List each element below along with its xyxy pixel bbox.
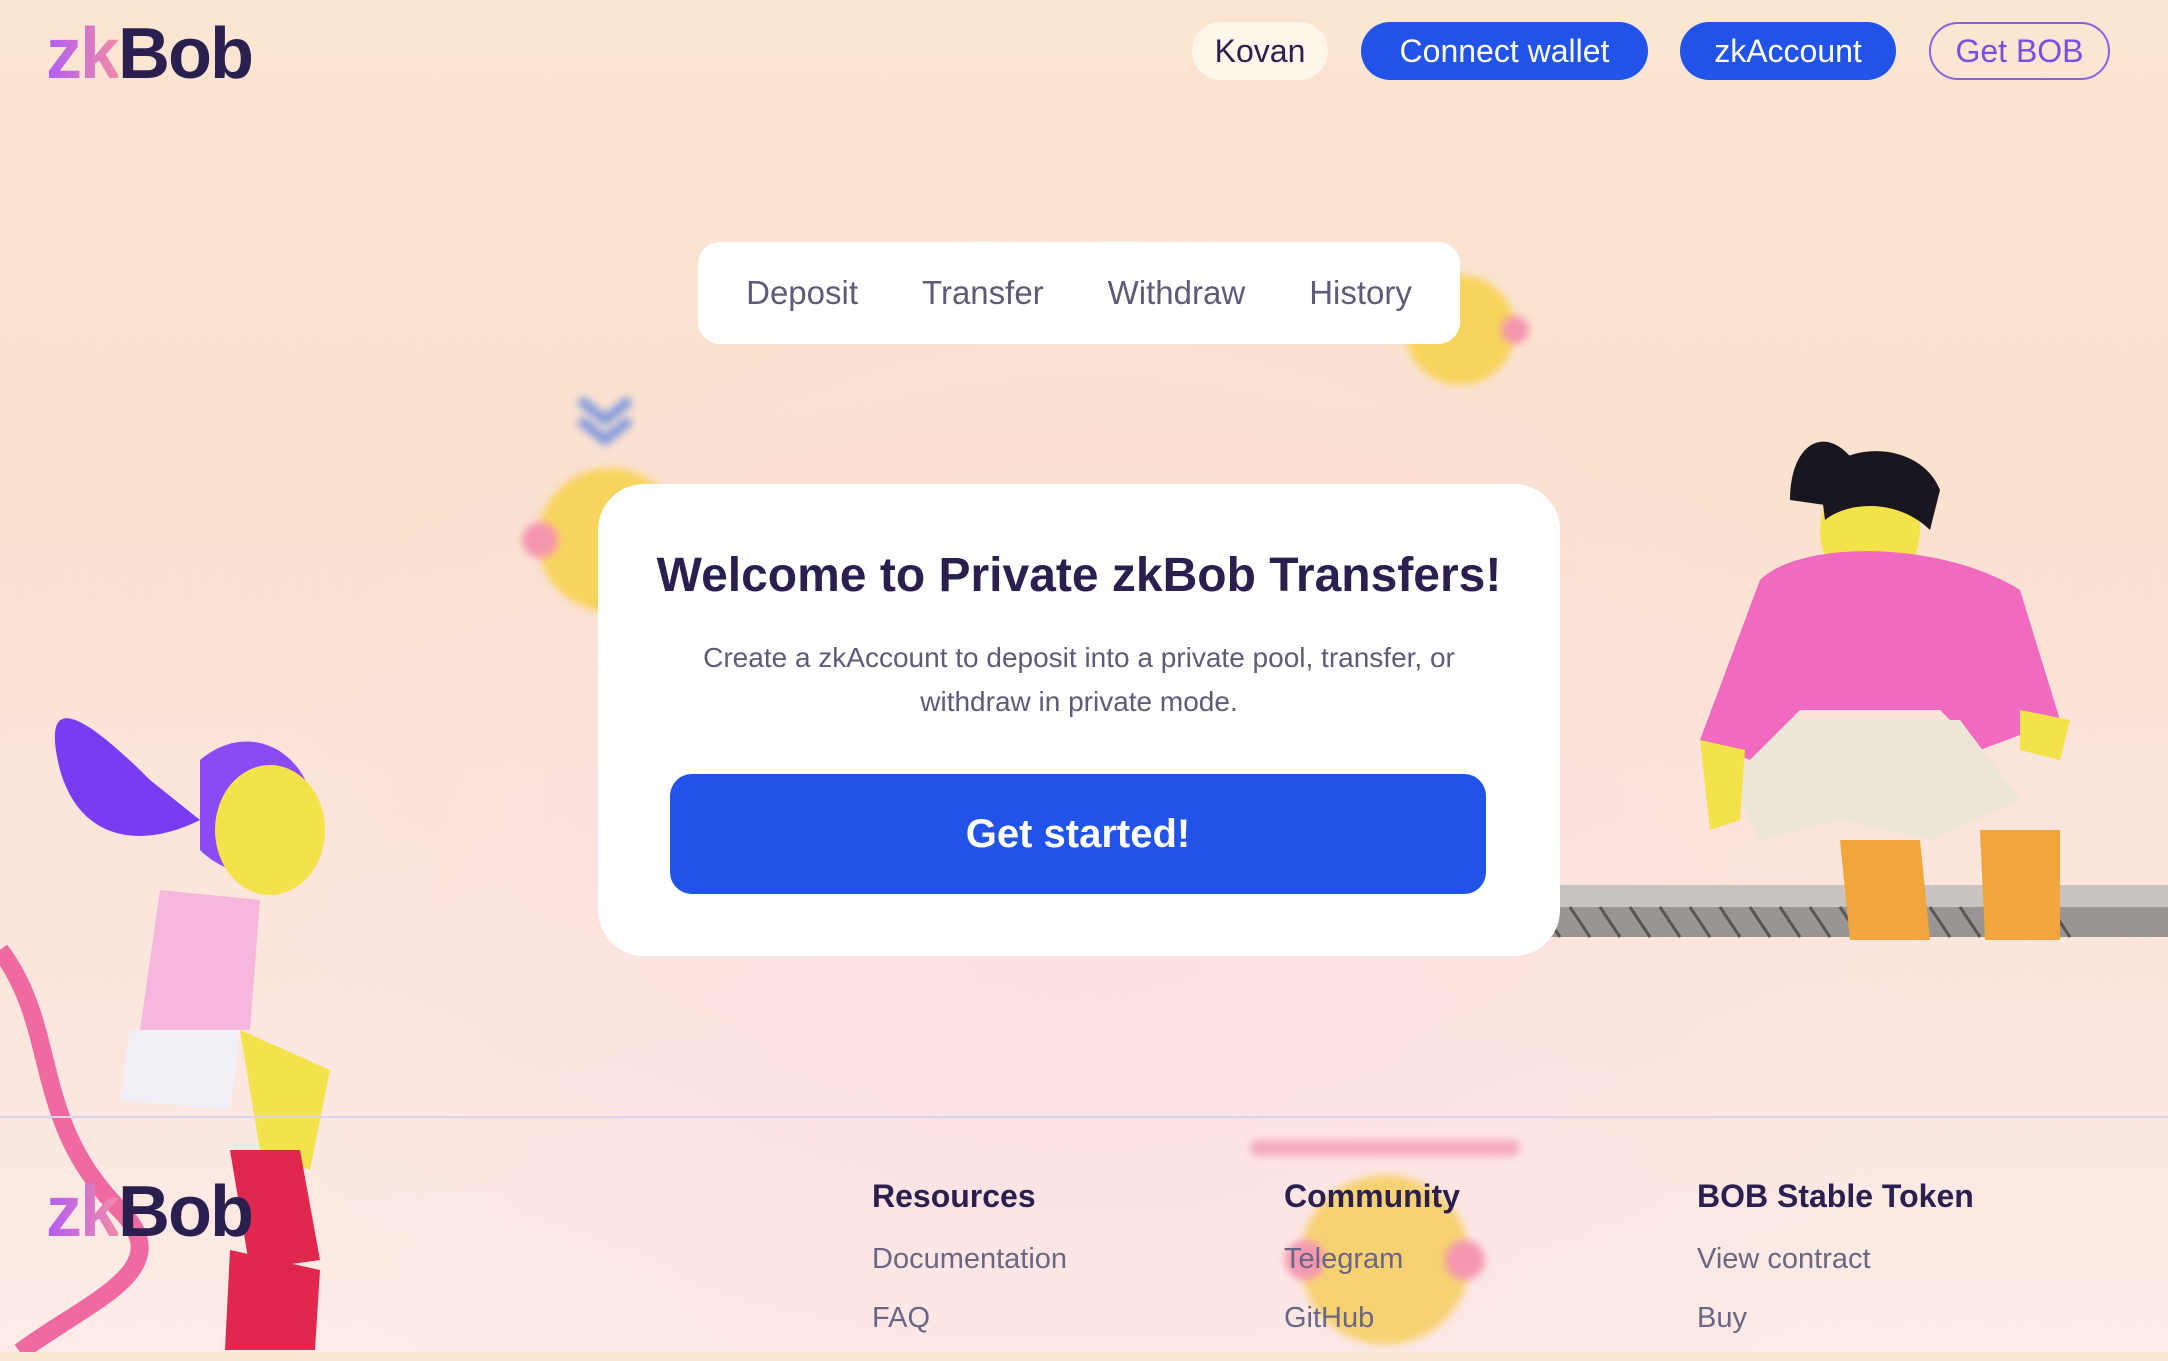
footer-divider xyxy=(0,1116,2168,1118)
boy-illustration xyxy=(1460,441,2168,940)
footer-link-view-contract[interactable]: View contract xyxy=(1697,1243,1974,1276)
logo-suffix: Bob xyxy=(118,14,254,94)
tab-transfer[interactable]: Transfer xyxy=(890,274,1076,312)
welcome-title: Welcome to Private zkBob Transfers! xyxy=(656,549,1502,602)
footer-heading-resources: Resources xyxy=(872,1178,1036,1214)
get-started-button[interactable]: Get started! xyxy=(670,774,1486,894)
footer-column-bob-token: BOB Stable Token View contract Buy xyxy=(1697,1178,1974,1361)
footer-link-faq[interactable]: FAQ xyxy=(872,1302,1067,1335)
footer-link-github[interactable]: GitHub xyxy=(1284,1302,1460,1335)
welcome-description: Create a zkAccount to deposit into a pri… xyxy=(703,642,1455,717)
get-bob-button[interactable]: Get BOB xyxy=(1929,22,2110,80)
footer-logo-prefix: zk xyxy=(46,1172,120,1252)
tab-withdraw[interactable]: Withdraw xyxy=(1076,274,1278,312)
logo-prefix: zk xyxy=(46,14,120,94)
connect-wallet-button[interactable]: Connect wallet xyxy=(1361,22,1648,80)
footer-zkbob-logo[interactable]: zkBob xyxy=(46,1176,254,1248)
network-selector-button[interactable]: Kovan xyxy=(1192,22,1328,80)
footer-link-telegram[interactable]: Telegram xyxy=(1284,1243,1460,1276)
footer-link-buy[interactable]: Buy xyxy=(1697,1302,1974,1335)
tab-history[interactable]: History xyxy=(1277,274,1444,312)
zkbob-logo[interactable]: zkBob xyxy=(46,18,254,90)
footer-column-community: Community Telegram GitHub xyxy=(1284,1178,1460,1361)
welcome-card: Welcome to Private zkBob Transfers! Crea… xyxy=(598,484,1560,956)
action-tabs: Deposit Transfer Withdraw History xyxy=(698,242,1460,344)
footer-logo-suffix: Bob xyxy=(118,1172,254,1252)
footer-link-documentation[interactable]: Documentation xyxy=(872,1243,1067,1276)
tab-deposit[interactable]: Deposit xyxy=(714,274,890,312)
footer-column-resources: Resources Documentation FAQ xyxy=(872,1178,1067,1361)
footer-heading-community: Community xyxy=(1284,1178,1460,1214)
footer-heading-bob-token: BOB Stable Token xyxy=(1697,1178,1974,1214)
zkaccount-button[interactable]: zkAccount xyxy=(1680,22,1896,80)
